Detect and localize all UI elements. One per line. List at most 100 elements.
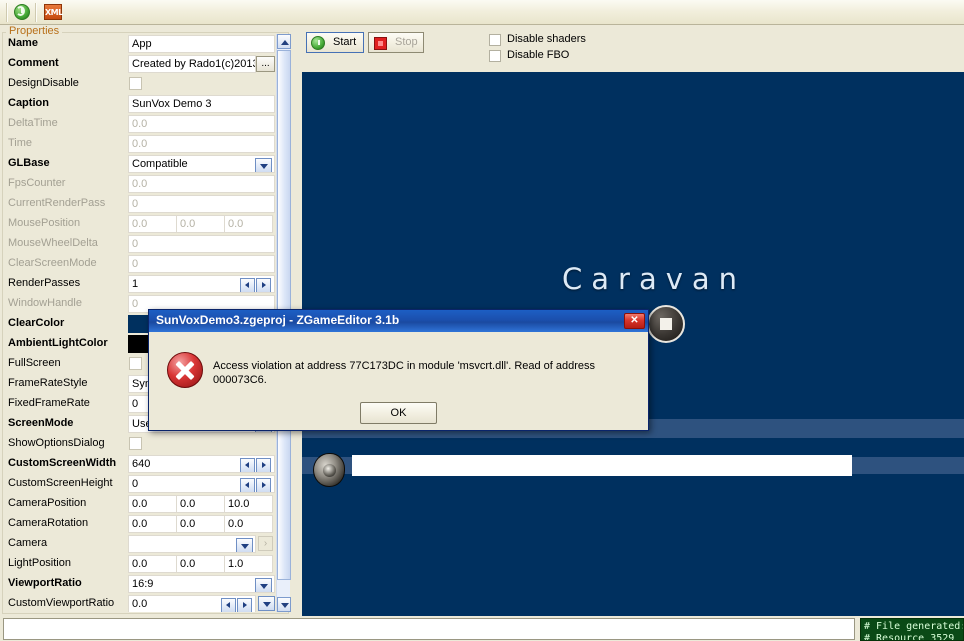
vector-component[interactable]: 0.0	[224, 215, 273, 233]
spin-up-icon[interactable]	[237, 598, 252, 612]
property-value[interactable]	[128, 535, 256, 553]
property-row[interactable]: CustomViewportRatio 0.0	[3, 594, 275, 612]
property-row[interactable]: ViewportRatio 16:9	[3, 574, 275, 594]
property-row[interactable]: Name App	[3, 34, 275, 54]
property-row[interactable]: Time 0.0	[3, 134, 275, 154]
error-icon	[167, 352, 203, 388]
chevron-down-icon[interactable]	[255, 578, 272, 592]
property-row[interactable]: CustomScreenHeight 0	[3, 474, 275, 494]
spinner-buttons[interactable]	[240, 458, 272, 472]
vector-component[interactable]: 0.0	[176, 515, 225, 533]
vector-component[interactable]: 0.0	[128, 495, 177, 513]
vector-component[interactable]: 0.0	[224, 515, 273, 533]
chevron-down-icon[interactable]	[258, 596, 275, 611]
vector-component[interactable]: 0.0	[176, 215, 225, 233]
vector-component[interactable]: 10.0	[224, 495, 273, 513]
property-value[interactable]: 1	[128, 275, 275, 293]
vector-component[interactable]: 0.0	[128, 515, 177, 533]
property-row[interactable]: MousePosition 0.0 0.0 0.0	[3, 214, 275, 234]
spinner-buttons[interactable]	[240, 278, 272, 292]
property-row[interactable]: Comment Created by Rado1(c)2013...	[3, 54, 275, 74]
vector-component[interactable]: 0.0	[176, 495, 225, 513]
chevron-down-icon[interactable]	[255, 158, 272, 172]
property-value[interactable]: 0.0	[128, 115, 275, 133]
dialog-title-bar: SunVoxDemo3.zgeproj - ZGameEditor 3.1b ✕	[149, 310, 648, 332]
property-label: ViewportRatio	[8, 577, 82, 589]
scroll-down-icon[interactable]	[277, 597, 291, 612]
property-row[interactable]: ClearScreenMode 0	[3, 254, 275, 274]
property-value-text: 0	[132, 258, 139, 270]
property-row[interactable]: MouseWheelDelta 0	[3, 234, 275, 254]
spinner-buttons[interactable]	[240, 478, 272, 492]
spinner-buttons[interactable]	[221, 598, 253, 612]
property-label: AmbientLightColor	[8, 337, 108, 349]
property-value[interactable]: 0	[128, 255, 275, 273]
vector-component[interactable]: 1.0	[224, 555, 273, 573]
vector-component[interactable]: 0.0	[176, 555, 225, 573]
property-row[interactable]: CustomScreenWidth 640	[3, 454, 275, 474]
property-value-text: 0	[132, 238, 139, 250]
ellipsis-button[interactable]: ...	[256, 56, 275, 72]
checkbox-box[interactable]	[489, 50, 501, 62]
spin-up-icon[interactable]	[256, 278, 271, 292]
property-checkbox[interactable]	[129, 357, 142, 370]
property-vector[interactable]: 0.0 0.0 1.0	[128, 555, 275, 573]
navigate-icon[interactable]: ›	[258, 536, 273, 551]
vector-component[interactable]: 0.0	[128, 555, 177, 573]
stop-button[interactable]: Stop	[368, 32, 424, 53]
checkbox-box[interactable]	[489, 34, 501, 46]
property-value[interactable]: SunVox Demo 3	[128, 95, 275, 113]
property-row[interactable]: Caption SunVox Demo 3	[3, 94, 275, 114]
property-row[interactable]: FpsCounter 0.0	[3, 174, 275, 194]
property-value[interactable]: App	[128, 35, 275, 53]
property-vector[interactable]: 0.0 0.0 10.0	[128, 495, 275, 513]
property-vector[interactable]: 0.0 0.0 0.0	[128, 515, 275, 533]
property-value[interactable]: 16:9	[128, 575, 275, 593]
property-value[interactable]: 0	[128, 195, 275, 213]
property-row[interactable]: ShowOptionsDialog	[3, 434, 275, 454]
spin-down-icon[interactable]	[240, 478, 255, 492]
property-row[interactable]: DesignDisable	[3, 74, 275, 94]
chevron-down-icon[interactable]	[236, 538, 253, 552]
log-pane[interactable]: # File generated: # Resource 3529	[860, 618, 964, 641]
property-value[interactable]: 0.0	[128, 135, 275, 153]
close-icon[interactable]: ✕	[624, 313, 645, 329]
stop-circle-icon[interactable]	[647, 305, 685, 343]
property-value[interactable]: 0.0	[128, 595, 256, 612]
property-checkbox[interactable]	[129, 77, 142, 90]
spin-down-icon[interactable]	[221, 598, 236, 612]
property-value[interactable]: 0	[128, 235, 275, 253]
start-button[interactable]: Start	[306, 32, 364, 53]
preview-slider[interactable]	[352, 455, 852, 476]
property-row[interactable]: CurrentRenderPass 0	[3, 194, 275, 214]
output-pane[interactable]	[3, 618, 855, 640]
vector-component[interactable]: 0.0	[128, 215, 177, 233]
property-row[interactable]: CameraRotation 0.0 0.0 0.0	[3, 514, 275, 534]
property-value[interactable]: 640	[128, 455, 275, 473]
property-label: ClearScreenMode	[8, 257, 97, 269]
error-dialog[interactable]: SunVoxDemo3.zgeproj - ZGameEditor 3.1b ✕…	[148, 309, 649, 431]
spin-down-icon[interactable]	[240, 278, 255, 292]
property-value[interactable]: 0.0	[128, 175, 275, 193]
property-vector[interactable]: 0.0 0.0 0.0	[128, 215, 275, 233]
property-row[interactable]: DeltaTime 0.0	[3, 114, 275, 134]
run-icon[interactable]	[12, 3, 32, 22]
xml-icon[interactable]: XML	[43, 3, 63, 22]
property-label: CustomScreenWidth	[8, 457, 117, 469]
property-row[interactable]: LightPosition 0.0 0.0 1.0	[3, 554, 275, 574]
property-value[interactable]: 0	[128, 475, 275, 493]
spin-up-icon[interactable]	[256, 458, 271, 472]
property-checkbox[interactable]	[129, 437, 142, 450]
scroll-up-icon[interactable]	[277, 34, 291, 49]
spin-down-icon[interactable]	[240, 458, 255, 472]
spin-up-icon[interactable]	[256, 478, 271, 492]
property-value[interactable]: Compatible	[128, 155, 275, 173]
property-value[interactable]: Created by Rado1(c)2013	[128, 55, 256, 73]
property-value-text: 640	[132, 458, 151, 470]
property-row[interactable]: GLBase Compatible	[3, 154, 275, 174]
property-row[interactable]: Camera ›	[3, 534, 275, 554]
ok-button[interactable]: OK	[360, 402, 437, 424]
property-row[interactable]: RenderPasses 1	[3, 274, 275, 294]
property-row[interactable]: CameraPosition 0.0 0.0 10.0	[3, 494, 275, 514]
toolbar-separator-2	[35, 3, 37, 22]
